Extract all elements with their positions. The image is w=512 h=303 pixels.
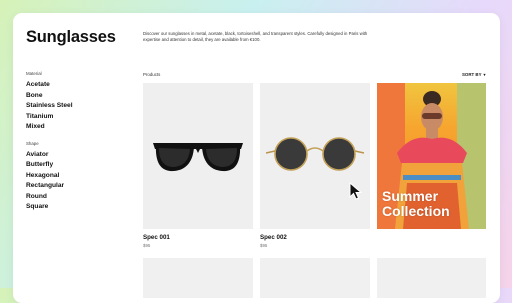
pointer-cursor-icon xyxy=(349,182,363,200)
filter-sidebar: Material Acetate Bone Stainless Steel Ti… xyxy=(26,71,136,213)
round-sunglasses-image xyxy=(265,137,365,171)
filter-square[interactable]: Square xyxy=(26,202,136,213)
product-price: $95 xyxy=(260,243,268,248)
filter-titanium[interactable]: Titanium xyxy=(26,112,136,123)
filter-mixed[interactable]: Mixed xyxy=(26,122,136,133)
sort-by-label: SORT BY xyxy=(462,72,482,77)
wayfarer-sunglasses-image xyxy=(153,143,243,172)
promo-title-line2: Collection xyxy=(382,203,450,219)
product-card-placeholder xyxy=(143,258,253,298)
page-title: Sunglasses xyxy=(26,28,116,46)
filter-group-shape-label: Shape xyxy=(26,140,39,146)
filter-bone[interactable]: Bone xyxy=(26,91,136,102)
app-window: Sunglasses Discover our sunglasses in me… xyxy=(13,13,500,303)
promo-title-line1: Summer xyxy=(382,188,439,204)
product-card-placeholder xyxy=(377,258,486,298)
filter-acetate[interactable]: Acetate xyxy=(26,80,136,91)
filter-rectangular[interactable]: Rectangular xyxy=(26,181,136,192)
chevron-down-icon: ▾ xyxy=(483,72,486,77)
product-name[interactable]: Spec 001 xyxy=(143,234,170,241)
promo-title: Summer Collection xyxy=(382,189,450,219)
products-label: Products xyxy=(143,72,161,77)
filter-hexagonal[interactable]: Hexagonal xyxy=(26,171,136,182)
filter-group-material-label: Material xyxy=(26,71,42,76)
page-description: Discover our sunglasses in metal, acetat… xyxy=(143,31,368,42)
filter-aviator[interactable]: Aviator xyxy=(26,150,136,161)
product-card-spec-002[interactable] xyxy=(260,83,370,229)
product-card-spec-001[interactable] xyxy=(143,83,253,229)
product-card-placeholder xyxy=(260,258,370,298)
product-price: $95 xyxy=(143,243,151,248)
product-name[interactable]: Spec 002 xyxy=(260,234,287,241)
summer-collection-promo[interactable]: Summer Collection xyxy=(377,83,486,229)
filter-round[interactable]: Round xyxy=(26,192,136,203)
filter-stainless-steel[interactable]: Stainless Steel xyxy=(26,101,136,112)
sort-by-dropdown[interactable]: SORT BY ▾ xyxy=(462,72,486,77)
filter-butterfly[interactable]: Butterfly xyxy=(26,160,136,171)
